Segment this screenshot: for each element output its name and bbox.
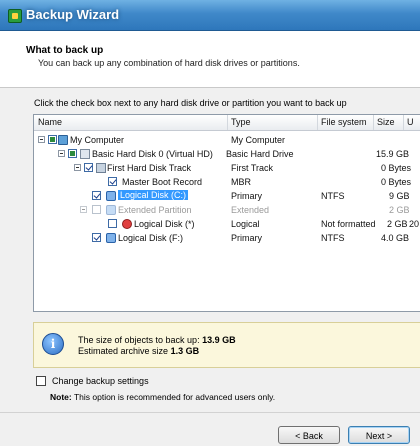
- row-name-wrap: Logical Disk (C:): [118, 190, 189, 200]
- change-backup-settings-checkbox[interactable]: [36, 376, 46, 386]
- checkbox-logical-disk-c[interactable]: [92, 191, 101, 200]
- row-type: Primary: [231, 233, 262, 243]
- collapse-icon[interactable]: [80, 206, 87, 213]
- archive-size-value: 1.3 GB: [170, 346, 200, 356]
- window-title: Backup Wizard: [26, 7, 120, 22]
- app-icon: [8, 9, 22, 23]
- wizard-header: What to back up You can back up any comb…: [0, 31, 420, 88]
- row-name: Extended Partition: [118, 205, 192, 215]
- row-name: Master Boot Record: [122, 177, 203, 187]
- row-name: First Hard Disk Track: [107, 163, 192, 173]
- column-separator[interactable]: [227, 115, 228, 130]
- page-subtitle: You can back up any combination of hard …: [38, 58, 300, 68]
- partition-tree[interactable]: Name Type File system Size U My Computer…: [33, 114, 420, 312]
- row-size: 4.0 GB: [381, 233, 410, 243]
- column-header-type[interactable]: Type: [231, 117, 251, 127]
- column-header-size[interactable]: Size: [377, 117, 395, 127]
- tree-row-first-track[interactable]: First Hard Disk Track First Track 0 Byte…: [34, 162, 420, 175]
- column-header-file-system[interactable]: File system: [321, 117, 367, 127]
- row-file-system: Not formatted: [321, 219, 376, 229]
- checkbox-basic-hard-disk[interactable]: [68, 149, 77, 158]
- note-text: This option is recommended for advanced …: [73, 392, 276, 402]
- collapse-icon[interactable]: [58, 150, 65, 157]
- change-backup-settings-label[interactable]: Change backup settings: [52, 376, 149, 386]
- tree-header: Name Type File system Size U: [34, 115, 420, 131]
- row-size: 0 Bytes: [381, 177, 412, 187]
- tree-row-logical-disk-c[interactable]: Logical Disk (C:) Primary NTFS 9 GB: [34, 190, 420, 203]
- info-icon: i: [42, 333, 64, 355]
- row-type: Logical: [231, 219, 260, 229]
- archive-size-label: Estimated archive size: [78, 346, 169, 356]
- row-type: My Computer: [231, 135, 286, 145]
- column-header-name[interactable]: Name: [38, 117, 62, 127]
- settings-note: Note: This option is recommended for adv…: [50, 392, 275, 402]
- column-separator[interactable]: [403, 115, 404, 130]
- tree-row-basic-hard-disk[interactable]: Basic Hard Disk 0 (Virtual HD) Basic Har…: [34, 148, 420, 161]
- backup-size-value: 13.9 GB: [202, 335, 236, 345]
- footer-separator: [0, 412, 420, 413]
- volume-icon: [106, 191, 116, 201]
- volume-icon: [106, 233, 116, 243]
- row-size: 9 GB: [389, 191, 410, 201]
- backup-size-label: The size of objects to back up:: [78, 335, 200, 345]
- row-file-system: NTFS: [321, 233, 345, 243]
- track-icon: [96, 163, 106, 173]
- row-name: Logical Disk (C:): [118, 190, 189, 200]
- row-type: Extended: [231, 205, 270, 215]
- tree-row-my-computer[interactable]: My Computer My Computer: [34, 134, 420, 147]
- back-button[interactable]: < Back: [278, 426, 340, 444]
- collapse-icon[interactable]: [74, 164, 81, 171]
- hard-disk-icon: [80, 149, 90, 159]
- row-size: 15.9 GB: [376, 149, 410, 159]
- row-type: MBR: [231, 177, 251, 187]
- row-size: 0 Bytes: [381, 163, 412, 173]
- row-name: My Computer: [70, 135, 125, 145]
- unformatted-volume-icon: [122, 219, 132, 229]
- row-type: First Track: [231, 163, 273, 173]
- tree-row-mbr[interactable]: Master Boot Record MBR 0 Bytes: [34, 176, 420, 189]
- checkbox-extended-partition[interactable]: [92, 205, 101, 214]
- backup-size-line: The size of objects to back up: 13.9 GB: [78, 335, 236, 345]
- title-bar[interactable]: Backup Wizard: [0, 0, 420, 31]
- column-separator[interactable]: [317, 115, 318, 130]
- row-name: Logical Disk (*): [134, 219, 195, 229]
- checkbox-logical-disk-unformatted[interactable]: [108, 219, 117, 228]
- page-title: What to back up: [26, 45, 104, 56]
- tree-row-extended-partition[interactable]: Extended Partition Extended 2 GB: [34, 204, 420, 217]
- column-separator[interactable]: [373, 115, 374, 130]
- collapse-icon[interactable]: [38, 136, 45, 143]
- instruction-text: Click the check box next to any hard dis…: [34, 98, 347, 108]
- checkbox-logical-disk-f[interactable]: [92, 233, 101, 242]
- row-file-system: NTFS: [321, 191, 345, 201]
- checkbox-mbr[interactable]: [108, 177, 117, 186]
- row-size: 2 GB: [389, 205, 410, 215]
- archive-size-line: Estimated archive size 1.3 GB: [78, 346, 199, 356]
- tree-row-logical-disk-f[interactable]: Logical Disk (F:) Primary NTFS 4.0 GB: [34, 232, 420, 245]
- row-name: Logical Disk (F:): [118, 233, 184, 243]
- column-header-used[interactable]: U: [407, 117, 414, 127]
- backup-size-info: i The size of objects to back up: 13.9 G…: [33, 322, 420, 368]
- row-used: 20: [409, 219, 420, 229]
- row-type: Primary: [231, 191, 262, 201]
- note-label: Note:: [50, 392, 72, 402]
- checkbox-first-track[interactable]: [84, 163, 93, 172]
- row-size: 2 GB: [387, 219, 408, 229]
- row-name: Basic Hard Disk 0 (Virtual HD): [92, 149, 213, 159]
- backup-wizard-window: Backup Wizard What to back up You can ba…: [0, 0, 420, 446]
- computer-icon: [58, 135, 68, 145]
- checkbox-my-computer[interactable]: [48, 135, 57, 144]
- next-button[interactable]: Next >: [348, 426, 410, 444]
- volume-icon: [106, 205, 116, 215]
- tree-row-logical-disk-unformatted[interactable]: Logical Disk (*) Logical Not formatted 2…: [34, 218, 420, 231]
- row-type: Basic Hard Drive: [226, 149, 294, 159]
